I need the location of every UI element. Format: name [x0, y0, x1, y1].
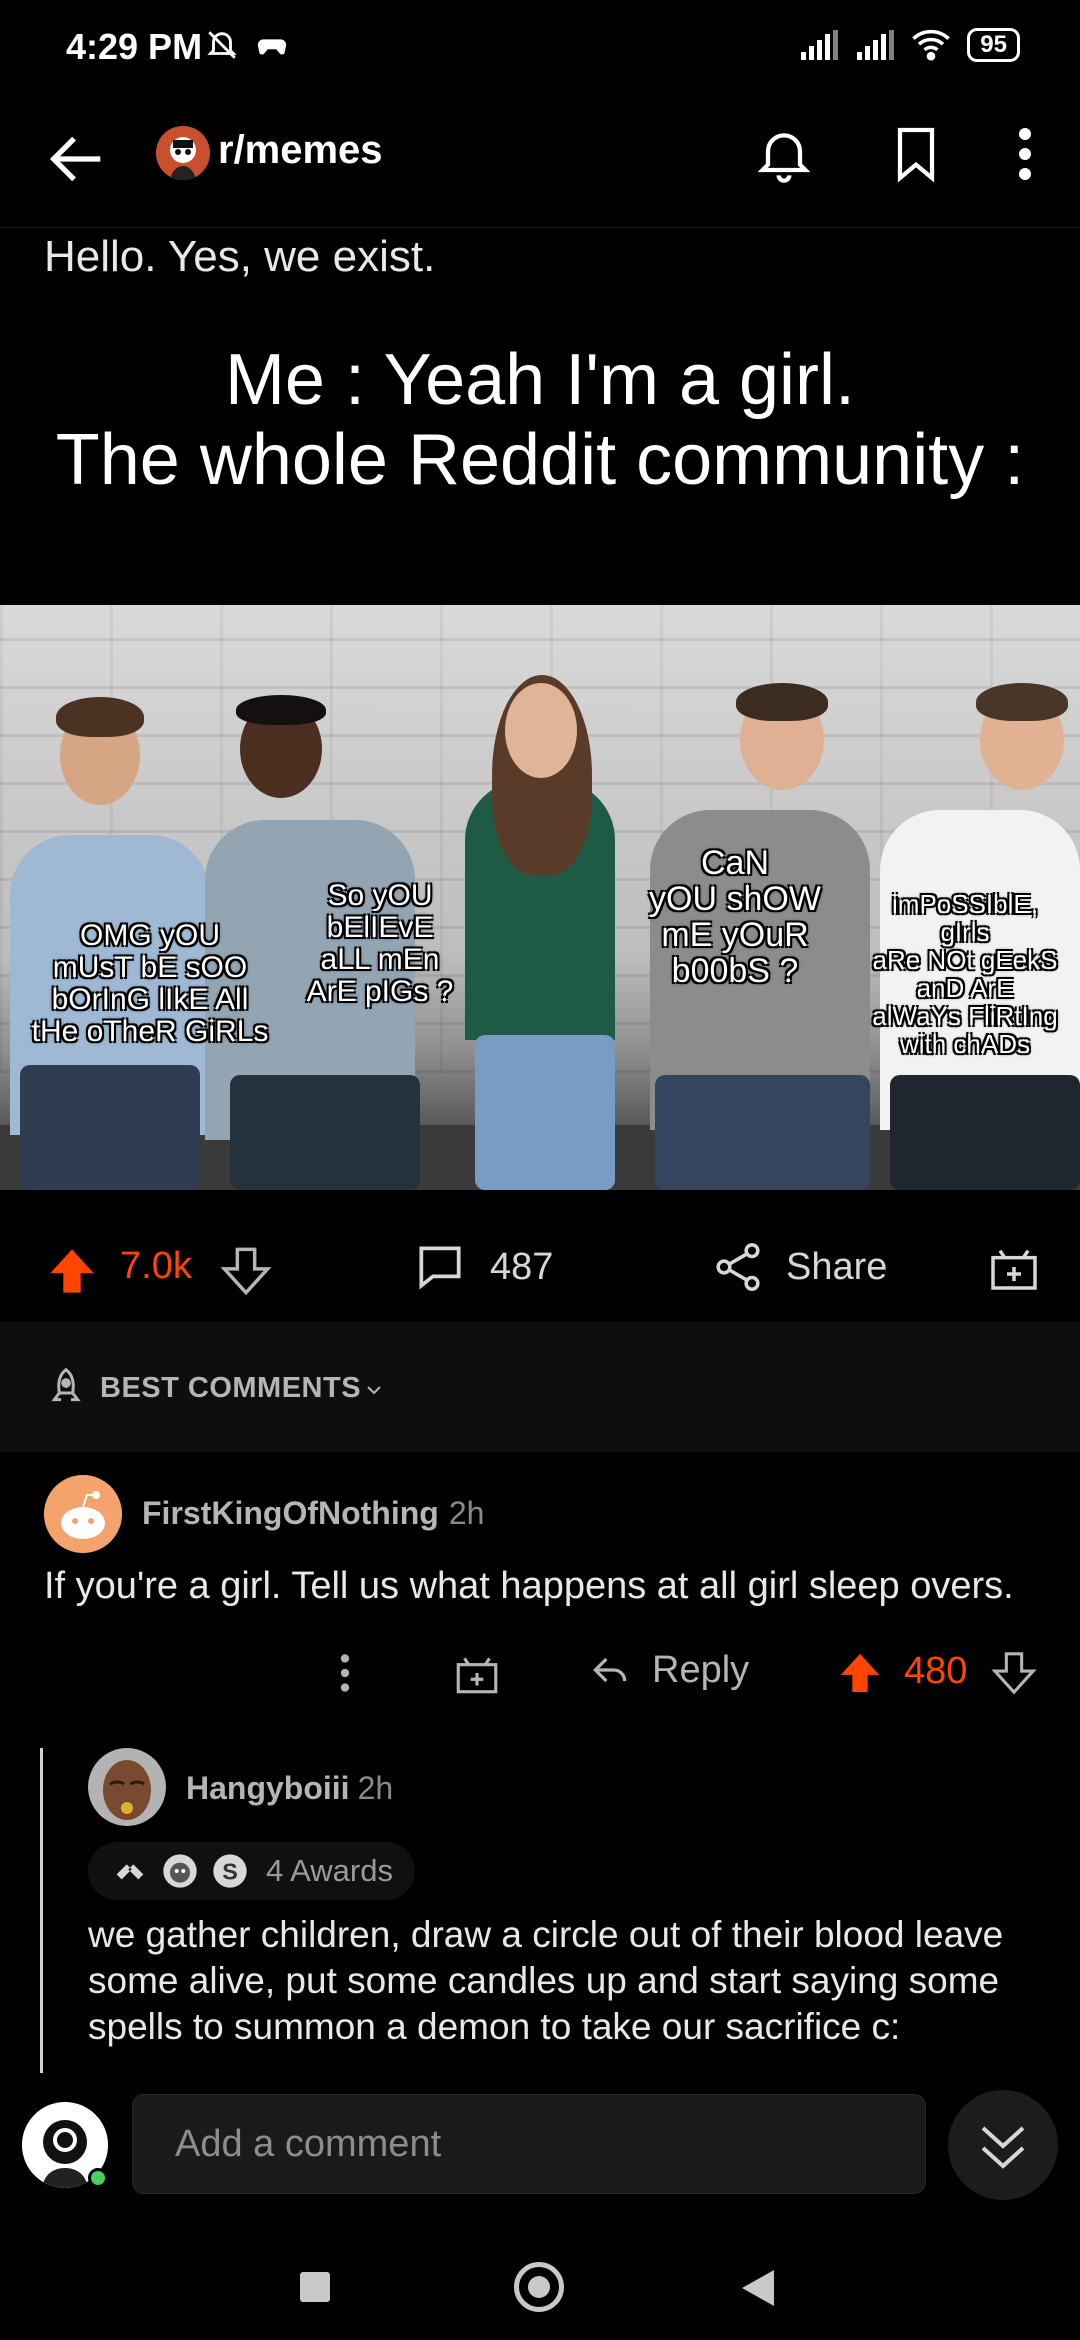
- more-vertical-icon[interactable]: [330, 1648, 360, 1698]
- meme-image[interactable]: OMG yOU mUsT bE sOO bOrInG lIkE All tHe …: [0, 605, 1080, 1190]
- svg-text:S: S: [222, 1858, 238, 1884]
- jump-to-next-comment-button[interactable]: [948, 2090, 1058, 2200]
- comment-count: 487: [490, 1245, 554, 1288]
- subreddit-name[interactable]: r/memes: [218, 128, 383, 173]
- app-bar: r/memes: [0, 100, 1080, 228]
- post-score: 7.0k: [120, 1245, 192, 1287]
- share-label: Share: [786, 1245, 888, 1288]
- comment-avatar[interactable]: [88, 1748, 166, 1826]
- award-hands-icon: [116, 1864, 144, 1880]
- system-nav-bar: [0, 2222, 1080, 2340]
- comment-time: 2h: [448, 1495, 485, 1531]
- comment-sort-bar[interactable]: BEST COMMENTS: [0, 1322, 1080, 1452]
- bubble-text-2: So yOU bElIEvE aLL mEn ArE pIGs ?: [306, 879, 454, 1008]
- share-icon: [716, 1243, 760, 1291]
- add-comment-input[interactable]: [132, 2094, 926, 2194]
- awards-count: 4 Awards: [266, 1853, 393, 1888]
- award-face-icon: [163, 1854, 197, 1888]
- bubble-text-1: OMG yOU mUsT bE sOO bOrInG lIkE All tHe …: [31, 919, 269, 1048]
- mute-bell-icon: [207, 31, 237, 59]
- comment-body: we gather children, draw a circle out of…: [88, 1914, 1004, 2047]
- award-gift-icon[interactable]: [986, 1239, 1042, 1295]
- bubble-text-4: imPoSSIblE, gIrls aRe NOt gEekS anD ArE …: [872, 889, 1058, 1059]
- signal-icon: [801, 30, 839, 60]
- comment-author-name[interactable]: Hangyboiii: [186, 1770, 350, 1806]
- meme-caption: Me : Yeah I'm a girl. The whole Reddit c…: [0, 340, 1080, 500]
- post-action-bar: 7.0k 487 Share: [0, 1215, 1080, 1320]
- signal-icon: [857, 30, 895, 60]
- battery-level: 95: [980, 31, 1007, 58]
- subreddit-avatar[interactable]: [156, 126, 210, 180]
- comment-score: 480: [904, 1650, 968, 1692]
- meme-caption-line1: Me : Yeah I'm a girl.: [224, 340, 856, 420]
- post-title[interactable]: Hello. Yes, we exist.: [44, 232, 435, 282]
- status-icons-left: [205, 28, 289, 62]
- downvote-arrow-icon[interactable]: [990, 1650, 1038, 1696]
- award-gift-icon[interactable]: [452, 1648, 502, 1698]
- comment-bubble-icon: [419, 1246, 461, 1290]
- comment-author[interactable]: FirstKingOfNothing 2h: [142, 1495, 484, 1532]
- game-controller-icon: [257, 39, 287, 55]
- reply-arrow-icon: [592, 1657, 627, 1683]
- more-vertical-icon[interactable]: [1000, 122, 1050, 186]
- comments-button[interactable]: 487: [412, 1239, 553, 1295]
- reply-button[interactable]: Reply: [588, 1648, 749, 1692]
- comment-author[interactable]: Hangyboiii 2h: [186, 1770, 393, 1807]
- bell-icon[interactable]: [752, 122, 816, 186]
- comment-composer: [0, 2082, 1080, 2222]
- status-bar: 4:29 PM 95: [0, 0, 1080, 100]
- home-button[interactable]: [514, 2262, 564, 2312]
- wifi-icon: [912, 29, 951, 61]
- online-status-dot: [88, 2168, 108, 2188]
- bubble-text-3: CaN yOU shOW mE yOuR b00bS ?: [649, 844, 821, 990]
- comment-time: 2h: [357, 1770, 394, 1806]
- double-chevron-down-icon: [981, 2126, 1025, 2169]
- bookmark-icon[interactable]: [884, 122, 948, 186]
- comment-avatar[interactable]: [44, 1475, 122, 1553]
- share-button[interactable]: Share: [710, 1239, 887, 1295]
- upvote-arrow-icon[interactable]: [44, 1245, 100, 1297]
- comment-author-name[interactable]: FirstKingOfNothing: [142, 1495, 439, 1531]
- award-silver-icon: S: [213, 1854, 247, 1888]
- battery-icon: 95: [967, 28, 1020, 62]
- downvote-arrow-icon[interactable]: [218, 1245, 274, 1297]
- upvote-arrow-icon[interactable]: [836, 1650, 884, 1696]
- awards-pill[interactable]: S 4 Awards: [88, 1842, 415, 1900]
- chevron-down-icon: [367, 1386, 381, 1395]
- sort-label: BEST COMMENTS: [100, 1372, 362, 1404]
- back-arrow-icon[interactable]: [42, 124, 112, 194]
- rocket-icon: [51, 1367, 81, 1402]
- meme-caption-line2: The whole Reddit community :: [55, 420, 1025, 500]
- status-icons-right: 95: [799, 28, 1020, 62]
- status-time: 4:29 PM: [66, 26, 203, 67]
- comment-body: If you're a girl. Tell us what happens a…: [44, 1565, 1014, 1607]
- thread-line[interactable]: [40, 1748, 43, 2073]
- system-back-button[interactable]: [742, 2270, 774, 2306]
- reply-label: Reply: [652, 1648, 750, 1691]
- recents-button[interactable]: [300, 2272, 330, 2302]
